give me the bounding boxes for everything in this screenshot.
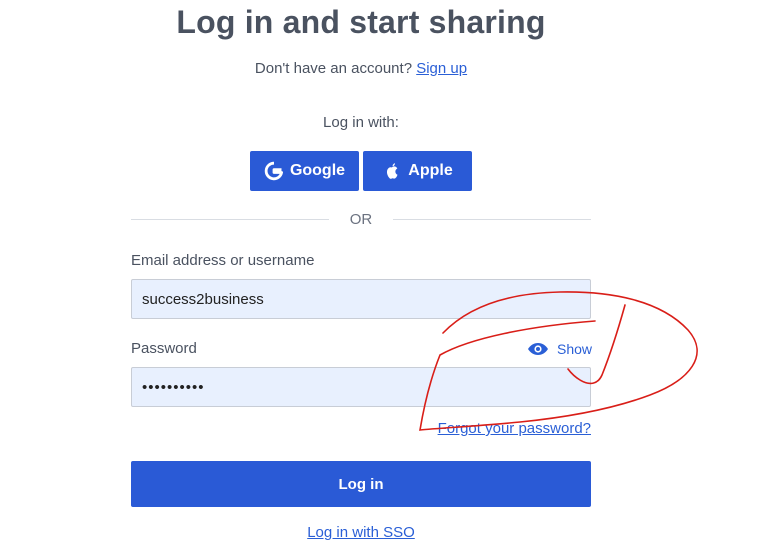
google-login-button[interactable]: Google bbox=[250, 151, 359, 191]
or-divider-label: OR bbox=[349, 211, 373, 228]
sso-login-link[interactable]: Log in with SSO bbox=[307, 524, 415, 541]
divider-line-right bbox=[393, 219, 591, 220]
forgot-password-link[interactable]: Forgot your password? bbox=[438, 420, 591, 437]
login-button[interactable]: Log in bbox=[131, 461, 591, 507]
apple-icon bbox=[382, 161, 402, 181]
password-input[interactable] bbox=[131, 367, 591, 407]
password-label: Password bbox=[131, 340, 197, 357]
google-g-icon bbox=[264, 161, 284, 181]
eye-icon bbox=[527, 342, 549, 356]
show-password-toggle[interactable]: Show bbox=[527, 340, 592, 358]
email-label: Email address or username bbox=[131, 252, 315, 269]
apple-login-label: Apple bbox=[408, 162, 453, 179]
divider-line-left bbox=[131, 219, 329, 220]
show-password-label: Show bbox=[557, 341, 593, 357]
apple-login-button[interactable]: Apple bbox=[363, 151, 472, 191]
page-title: Log in and start sharing bbox=[176, 4, 546, 40]
signup-link[interactable]: Sign up bbox=[416, 60, 467, 77]
login-page: Log in and start sharing Don't have an a… bbox=[0, 0, 765, 552]
google-login-label: Google bbox=[289, 162, 346, 179]
social-login-prompt: Log in with: bbox=[323, 114, 399, 131]
signup-prompt-text: Don't have an account? bbox=[254, 60, 413, 77]
email-input[interactable] bbox=[131, 279, 591, 319]
sso-login-row: Log in with SSO bbox=[0, 524, 722, 541]
signup-prompt-row: Don't have an account? Sign up bbox=[0, 60, 722, 77]
